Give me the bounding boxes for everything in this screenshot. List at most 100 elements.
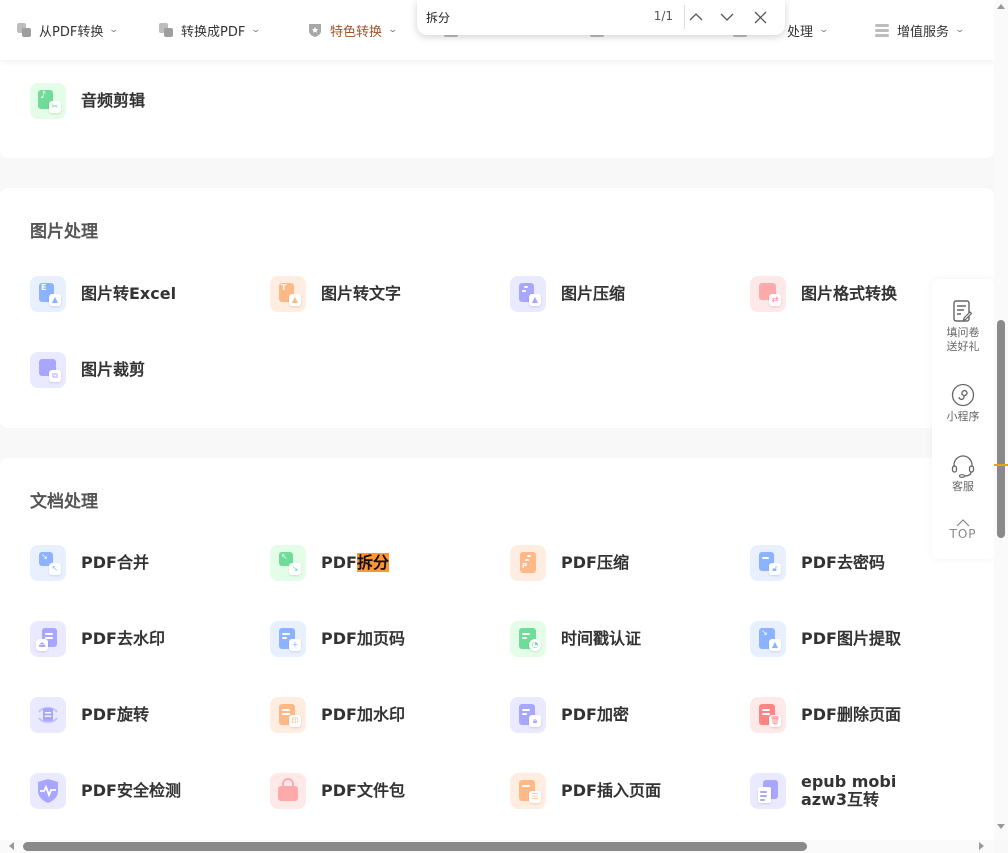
tool-pdf-rotate[interactable]: PDF旋转 — [30, 697, 149, 733]
section-image: 图片处理 E ▲ 图片转Excel T ▲ 图片转文字 ▲ 图片压缩 ⇄ 图片格… — [0, 188, 994, 428]
nav-label: 转换成PDF — [181, 24, 246, 40]
nav-to-pdf[interactable]: 转换成PDF ⌄ — [159, 21, 262, 40]
miniapp-label: 小程序 — [946, 410, 980, 423]
image-to-text-icon: T ▲ — [270, 276, 306, 312]
image-to-excel-icon: E ▲ — [30, 276, 66, 312]
scroll-right-arrow[interactable] — [979, 842, 984, 850]
tool-label: PDF安全检测 — [81, 781, 181, 800]
tool-label: PDF加水印 — [321, 705, 405, 724]
service-label: 客服 — [952, 480, 974, 493]
chevron-down-icon: ⌄ — [954, 25, 966, 35]
back-to-top-button[interactable]: TOP — [932, 519, 994, 541]
tool-label: PDF旋转 — [81, 705, 149, 724]
tool-image-to-text[interactable]: T ▲ 图片转文字 — [270, 276, 401, 312]
survey-button[interactable]: 填问卷 送好礼 — [932, 300, 994, 354]
label-line1: epub mobi — [801, 772, 897, 791]
pdf-unlock-icon: 🔓︎ — [750, 545, 786, 581]
find-count: 1/1 — [653, 9, 673, 23]
pdf-add-watermark-icon: 印 — [270, 697, 306, 733]
tool-label: PDF加页码 — [321, 629, 405, 648]
section-title: 图片处理 — [30, 222, 98, 242]
tool-pdf-encrypt[interactable]: 🔒︎ PDF加密 — [510, 697, 629, 733]
tool-audio-cut[interactable]: ♪ ✂ 音频剪辑 — [30, 83, 145, 119]
nav-value-added[interactable]: 增值服务 ⌄ — [875, 21, 966, 40]
ebook-convert-icon — [750, 773, 786, 809]
pdf-remove-watermark-icon: ⏏︎ — [30, 621, 66, 657]
tool-label: PDF拆分 — [321, 553, 389, 572]
chevron-up-icon — [689, 13, 703, 21]
tool-label: PDF去水印 — [81, 629, 165, 648]
float-panel: 填问卷 送好礼 小程序 客服 TOP — [932, 279, 994, 559]
tool-pdf-security[interactable]: PDF安全检测 — [30, 773, 181, 809]
pdf-package-icon — [270, 773, 306, 809]
tool-pdf-delete-page[interactable]: 🗑︎ PDF删除页面 — [750, 697, 901, 733]
pdf-page-number-icon: + — [270, 621, 306, 657]
pdf-merge-icon: ↘ ↖ — [30, 545, 66, 581]
survey-label-2: 送好礼 — [946, 340, 980, 353]
tool-pdf-package[interactable]: PDF文件包 — [270, 773, 405, 809]
pdf-compress-icon: P — [510, 545, 546, 581]
image-format-icon: ⇄ — [750, 276, 786, 312]
find-input[interactable] — [426, 8, 626, 26]
pdf-image-extract-icon: ↘ ▲ — [750, 621, 786, 657]
chevron-down-icon: ⌄ — [108, 25, 120, 35]
tool-pdf-image-extract[interactable]: ↘ ▲ PDF图片提取 — [750, 621, 901, 657]
image-compress-icon: ▲ — [510, 276, 546, 312]
tool-pdf-unlock[interactable]: 🔓︎ PDF去密码 — [750, 545, 885, 581]
star-shield-icon — [308, 23, 322, 37]
tool-pdf-remove-watermark[interactable]: ⏏︎ PDF去水印 — [30, 621, 165, 657]
pdf-split-icon: ↖ ↘ — [270, 545, 306, 581]
chevron-down-icon: ⌄ — [250, 25, 262, 35]
pdf-from-icon — [17, 23, 31, 37]
tool-image-format[interactable]: ⇄ 图片格式转换 — [750, 276, 897, 312]
tool-image-compress[interactable]: ▲ 图片压缩 — [510, 276, 625, 312]
tool-pdf-merge[interactable]: ↘ ↖ PDF合并 — [30, 545, 149, 581]
tool-label: PDF删除页面 — [801, 705, 901, 724]
survey-icon — [953, 300, 973, 322]
label-line2: azw3互转 — [801, 790, 880, 809]
chevron-down-icon — [720, 13, 734, 21]
tool-ebook-convert[interactable]: epub mobi azw3互转 — [750, 773, 896, 809]
customer-service-button[interactable]: 客服 — [932, 453, 994, 494]
tool-pdf-insert-page[interactable]: ☰ PDF插入页面 — [510, 773, 661, 809]
vertical-scrollbar[interactable] — [994, 0, 1008, 840]
label-prefix: PDF — [321, 553, 357, 572]
pdf-security-icon — [30, 773, 66, 809]
scroll-down-arrow[interactable] — [997, 824, 1005, 829]
horizontal-scroll-thumb[interactable] — [23, 842, 807, 851]
scroll-up-arrow[interactable] — [997, 4, 1005, 9]
horizontal-scrollbar[interactable] — [0, 840, 994, 853]
survey-label-1: 填问卷 — [946, 326, 980, 339]
tool-timestamp[interactable]: ◔ 时间戳认证 — [510, 621, 641, 657]
find-next-button[interactable] — [716, 6, 738, 28]
section-document: 文档处理 ↘ ↖ PDF合并 ↖ ↘ PDF拆分 P PDF压缩 🔓︎ PDF去… — [0, 458, 994, 840]
scroll-left-arrow[interactable] — [9, 842, 14, 850]
tool-pdf-page-number[interactable]: + PDF加页码 — [270, 621, 405, 657]
chevron-down-icon: ⌄ — [387, 25, 399, 35]
pdf-insert-page-icon: ☰ — [510, 773, 546, 809]
tool-image-crop[interactable]: ⧉ 图片裁剪 — [30, 352, 145, 388]
nav-label: 处理 — [787, 24, 814, 40]
nav-special-convert[interactable]: 特色转换 ⌄ — [308, 21, 399, 40]
find-highlight: 拆分 — [356, 553, 389, 572]
tool-label: 图片转文字 — [321, 284, 402, 303]
image-crop-icon: ⧉ — [30, 352, 66, 388]
tool-label: PDF去密码 — [801, 553, 885, 572]
find-prev-button[interactable] — [685, 6, 707, 28]
list-icon — [875, 23, 889, 37]
miniapp-button[interactable]: 小程序 — [932, 383, 994, 424]
tool-image-to-excel[interactable]: E ▲ 图片转Excel — [30, 276, 176, 312]
nav-from-pdf[interactable]: 从PDF转换 ⌄ — [17, 21, 120, 40]
pdf-delete-page-icon: 🗑︎ — [750, 697, 786, 733]
tool-label: 图片转Excel — [81, 284, 177, 303]
tool-pdf-compress[interactable]: P PDF压缩 — [510, 545, 629, 581]
pdf-encrypt-icon: 🔒︎ — [510, 697, 546, 733]
tool-label: PDF图片提取 — [801, 629, 901, 648]
tool-pdf-split[interactable]: ↖ ↘ PDF拆分 — [270, 545, 389, 581]
tool-label: 图片裁剪 — [81, 360, 146, 379]
vertical-scroll-thumb[interactable] — [997, 320, 1005, 538]
tool-pdf-add-watermark[interactable]: 印 PDF加水印 — [270, 697, 405, 733]
find-close-button[interactable] — [749, 6, 771, 28]
nav-label: 增值服务 — [897, 24, 950, 40]
find-match-marker — [992, 464, 1008, 466]
